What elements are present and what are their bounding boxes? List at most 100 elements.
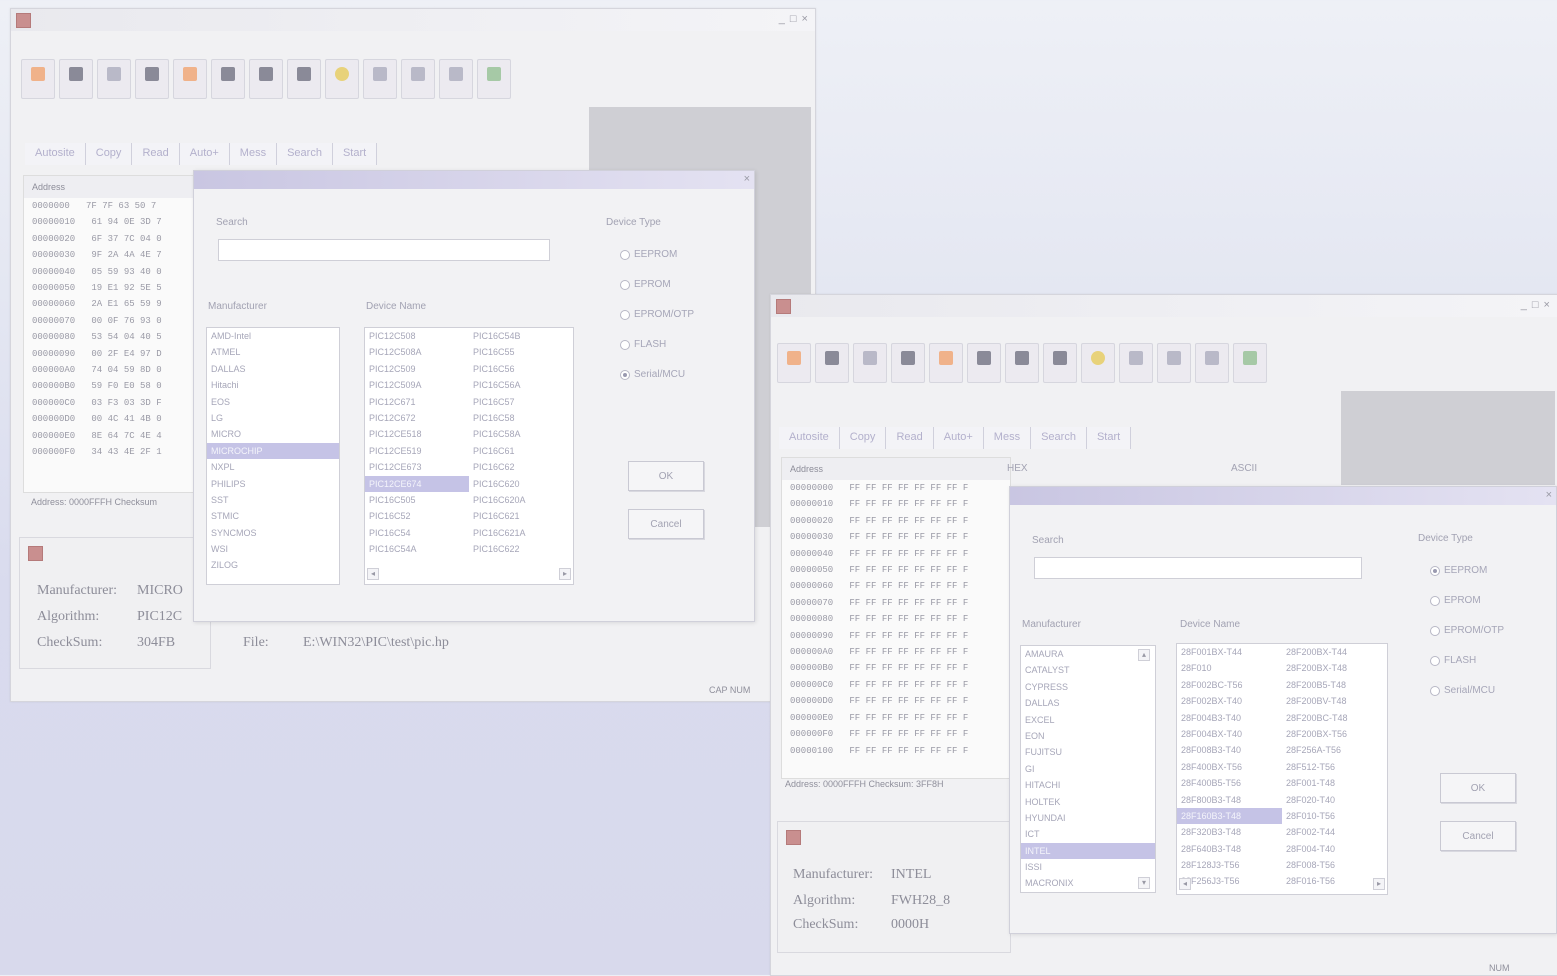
verify-button[interactable] <box>1043 343 1077 383</box>
tab-autosite[interactable]: Autosite <box>779 427 840 449</box>
manufacturer-item[interactable]: FUJITSU <box>1021 744 1155 760</box>
device-item[interactable]: 28F400BX-T56 <box>1177 759 1282 775</box>
device-item[interactable]: PIC16C621 <box>469 508 573 524</box>
window-controls[interactable]: _ □ × <box>1521 299 1551 311</box>
blank-check-button[interactable] <box>929 343 963 383</box>
device-item[interactable]: 28F320B3-T48 <box>1177 824 1282 840</box>
window-title-bar[interactable]: _ □ × <box>11 9 815 31</box>
tab-auto[interactable]: Auto+ <box>933 427 984 449</box>
device-type-radio-3[interactable]: FLASH <box>620 339 666 350</box>
manufacturer-item[interactable]: ISSI <box>1021 859 1155 875</box>
device-item[interactable]: PIC12C672 <box>365 410 469 426</box>
device-item[interactable]: PIC16C52 <box>365 508 469 524</box>
device-type-radio-4[interactable]: Serial/MCU <box>620 369 685 380</box>
device-item[interactable]: PIC12C509A <box>365 377 469 393</box>
manufacturer-item[interactable]: SST <box>207 492 339 508</box>
erase-button[interactable] <box>363 59 397 99</box>
device-item[interactable]: 28F200B5-T48 <box>1282 677 1387 693</box>
manufacturer-item[interactable]: WSI <box>207 541 339 557</box>
device-item[interactable]: PIC16C621A <box>469 525 573 541</box>
device-item[interactable]: 28F010-T56 <box>1282 808 1387 824</box>
program-button[interactable] <box>1005 343 1039 383</box>
scroll-down-icon[interactable]: ▾ <box>1138 877 1150 889</box>
device-type-radio-0[interactable]: EEPROM <box>1430 565 1487 576</box>
device-item[interactable]: 28F200BX-T44 <box>1282 644 1387 660</box>
device-item[interactable]: 28F004BX-T40 <box>1177 726 1282 742</box>
manufacturer-item[interactable]: HITACHI <box>1021 777 1155 793</box>
device-item[interactable]: PIC16C620A <box>469 492 573 508</box>
device-item[interactable]: PIC12C509 <box>365 361 469 377</box>
manufacturer-item[interactable]: EXCEL <box>1021 712 1155 728</box>
manufacturer-item[interactable]: DALLAS <box>207 361 339 377</box>
program-button[interactable] <box>249 59 283 99</box>
close-icon[interactable]: × <box>1546 489 1552 501</box>
device-list[interactable]: 28F001BX-T44 28F010 28F002BC-T56 28F002BX-T… <box>1176 643 1388 895</box>
tab-auto[interactable]: Auto+ <box>179 143 230 165</box>
device-item[interactable]: 28F010 <box>1177 660 1282 676</box>
manufacturer-item[interactable]: Hitachi <box>207 377 339 393</box>
device-item[interactable]: 28F200BC-T48 <box>1282 710 1387 726</box>
ok-button[interactable]: OK <box>1440 773 1516 803</box>
device-type-radio-2[interactable]: EPROM/OTP <box>620 309 694 320</box>
device-item[interactable]: 28F640B3-T48 <box>1177 841 1282 857</box>
device-item[interactable]: 28F256A-T56 <box>1282 742 1387 758</box>
manufacturer-item[interactable]: MICROCHIP <box>207 442 339 460</box>
device-item[interactable]: 28F200BV-T48 <box>1282 693 1387 709</box>
select-device-button[interactable] <box>135 59 169 99</box>
device-type-radio-2[interactable]: EPROM/OTP <box>1430 625 1504 636</box>
device-item[interactable]: 28F200BX-T56 <box>1282 726 1387 742</box>
manufacturer-item[interactable]: CATALYST <box>1021 662 1155 678</box>
dialog-title-bar[interactable]: × <box>1010 487 1556 505</box>
close-icon[interactable]: × <box>744 173 750 185</box>
device-item[interactable]: PIC12CE673 <box>365 459 469 475</box>
verify-button[interactable] <box>287 59 321 99</box>
device-item[interactable]: PIC12CE519 <box>365 443 469 459</box>
device-item[interactable]: PIC12CE518 <box>365 426 469 442</box>
device-item[interactable]: PIC16C57 <box>469 394 573 410</box>
hex-editor[interactable]: Address 00000000 FF FF FF FF FF FF FF F0… <box>781 457 1011 779</box>
manufacturer-item[interactable]: INTEL <box>1021 842 1155 860</box>
device-item[interactable]: 28F002-T44 <box>1282 824 1387 840</box>
edit-button[interactable] <box>97 59 131 99</box>
device-item[interactable]: 28F004-T40 <box>1282 841 1387 857</box>
settings-button[interactable] <box>1233 343 1267 383</box>
info-button[interactable] <box>1195 343 1229 383</box>
tab-start[interactable]: Start <box>1086 427 1132 449</box>
manufacturer-item[interactable]: DALLAS <box>1021 695 1155 711</box>
device-item[interactable]: PIC16C56 <box>469 361 573 377</box>
config-button[interactable] <box>401 59 435 99</box>
device-type-radio-1[interactable]: EPROM <box>620 279 671 290</box>
manufacturer-item[interactable]: LG <box>207 410 339 426</box>
window-controls[interactable]: _ □ × <box>779 13 809 25</box>
manufacturer-item[interactable]: PHILIPS <box>207 476 339 492</box>
device-item[interactable]: PIC16C54 <box>365 525 469 541</box>
device-item[interactable]: 28F008B3-T40 <box>1177 742 1282 758</box>
info-button[interactable] <box>439 59 473 99</box>
device-item[interactable]: 28F512-T56 <box>1282 759 1387 775</box>
open-file-button[interactable] <box>21 59 55 99</box>
manufacturer-item[interactable]: STMIC <box>207 508 339 524</box>
device-type-radio-4[interactable]: Serial/MCU <box>1430 685 1495 696</box>
manufacturer-item[interactable]: EON <box>1021 728 1155 744</box>
manufacturer-item[interactable]: GI <box>1021 761 1155 777</box>
manufacturer-item[interactable]: AMD-Intel <box>207 328 339 344</box>
device-item[interactable]: 28F800B3-T48 <box>1177 792 1282 808</box>
tab-read[interactable]: Read <box>886 427 934 449</box>
manufacturer-item[interactable]: ZILOG <box>207 557 339 573</box>
device-item[interactable]: PIC16C620 <box>469 476 573 492</box>
manufacturer-item[interactable]: EOS <box>207 394 339 410</box>
device-item[interactable]: 28F016-T56 <box>1282 873 1387 889</box>
scroll-left-icon[interactable]: ◂ <box>1179 878 1191 890</box>
manufacturer-item[interactable]: SYNCMOS <box>207 525 339 541</box>
device-item[interactable]: 28F008-T56 <box>1282 857 1387 873</box>
device-item[interactable]: PIC12CE674 <box>365 475 469 492</box>
erase-button[interactable] <box>1119 343 1153 383</box>
edit-button[interactable] <box>853 343 887 383</box>
manufacturer-item[interactable]: NXPL <box>207 459 339 475</box>
ok-button[interactable]: OK <box>628 461 704 491</box>
device-item[interactable]: 28F200BX-T48 <box>1282 660 1387 676</box>
scroll-left-icon[interactable]: ◂ <box>367 568 379 580</box>
window-title-bar[interactable]: _ □ × <box>771 295 1557 317</box>
read-button[interactable] <box>211 59 245 99</box>
tab-search[interactable]: Search <box>277 143 333 165</box>
